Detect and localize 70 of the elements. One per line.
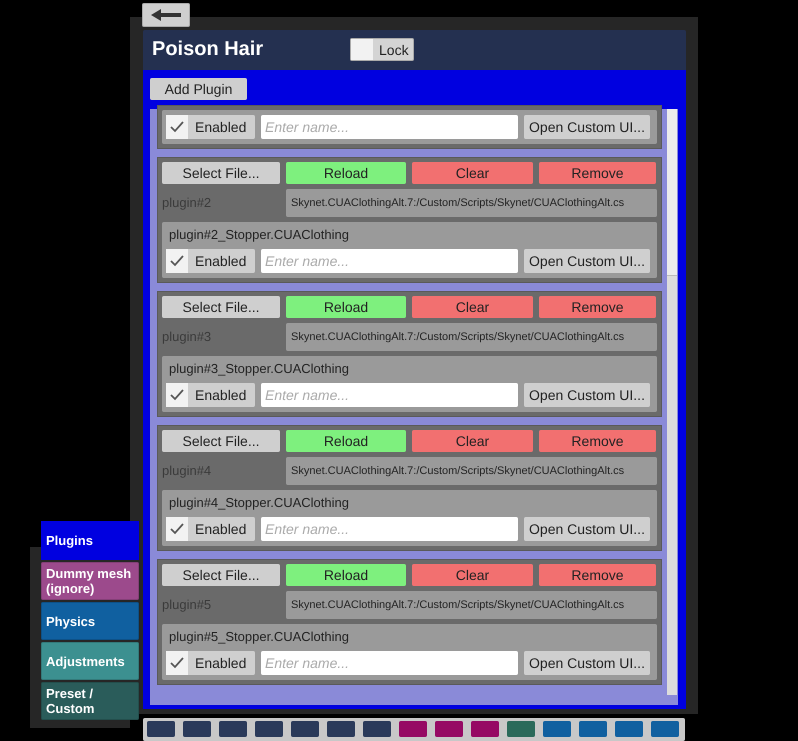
enabled-toggle[interactable]: Enabled (166, 248, 255, 273)
file-path-field: Skynet.CUAClothingAlt.7:/Custom/Scripts/Skynet/CUAClothingAlt.cs (286, 456, 657, 485)
lock-toggle[interactable]: Lock (350, 38, 414, 62)
window-title: Poison Hair (152, 38, 264, 62)
tab[interactable]: Physics (41, 602, 139, 640)
clear-button[interactable]: Clear (412, 296, 533, 318)
back-button[interactable] (142, 3, 190, 27)
tab[interactable]: Adjustments (41, 642, 139, 680)
checkmark-icon (170, 522, 184, 535)
name-input-field[interactable]: Enter name... (261, 114, 518, 139)
tab[interactable]: Preset / Custom (41, 682, 139, 720)
enabled-toggle[interactable]: Enabled (166, 516, 255, 541)
clear-button[interactable]: Clear (412, 430, 533, 452)
toolbar-button[interactable] (471, 721, 499, 738)
checkmark-icon (170, 120, 184, 133)
reload-button[interactable]: Reload (286, 564, 406, 586)
tab[interactable]: Plugins (41, 521, 139, 560)
name-input-field[interactable]: Enter name... (261, 382, 518, 407)
remove-button[interactable]: Remove (539, 430, 656, 452)
checkmark-icon (170, 254, 184, 267)
open-custom-ui-button[interactable]: Open Custom UI... (524, 248, 650, 273)
toolbar-button[interactable] (363, 721, 391, 738)
toolbar-button[interactable] (615, 721, 643, 738)
name-input-field[interactable]: Enter name... (261, 516, 518, 541)
add-plugin-button[interactable]: Add Plugin (150, 78, 247, 100)
remove-button[interactable]: Remove (539, 564, 656, 586)
toolbar-button[interactable] (507, 721, 535, 738)
reload-button[interactable]: Reload (286, 430, 406, 452)
select-file-button[interactable]: Select File... (162, 296, 280, 318)
clear-button[interactable]: Clear (412, 564, 533, 586)
open-custom-ui-button[interactable]: Open Custom UI... (524, 516, 650, 541)
checkmark-icon (170, 656, 184, 669)
toolbar-button[interactable] (327, 721, 355, 738)
plugin-instance-name: plugin#2_Stopper.CUAClothing (168, 226, 350, 243)
select-file-button[interactable]: Select File... (162, 564, 280, 586)
enabled-toggle[interactable]: Enabled (166, 650, 255, 675)
enabled-toggle[interactable]: Enabled (166, 114, 255, 139)
toolbar-button[interactable] (183, 721, 211, 738)
reload-button[interactable]: Reload (286, 162, 406, 184)
plugin-instance-name: plugin#4_Stopper.CUAClothing (168, 494, 350, 511)
toolbar-button[interactable] (399, 721, 427, 738)
select-file-button[interactable]: Select File... (162, 162, 280, 184)
toolbar-button[interactable] (651, 721, 679, 738)
toolbar-button[interactable] (255, 721, 283, 738)
name-input-field[interactable]: Enter name... (261, 248, 518, 273)
plugin-instance-name: plugin#3_Stopper.CUAClothing (168, 360, 350, 377)
toolbar-button[interactable] (579, 721, 607, 738)
toolbar-button[interactable] (291, 721, 319, 738)
remove-button[interactable]: Remove (539, 296, 656, 318)
left-arrow-icon (151, 9, 181, 21)
toolbar-button[interactable] (543, 721, 571, 738)
toolbar-button[interactable] (219, 721, 247, 738)
tab[interactable]: Dummy mesh (ignore) (41, 562, 139, 600)
name-input-field[interactable]: Enter name... (261, 650, 518, 675)
clear-button[interactable]: Clear (412, 162, 533, 184)
select-file-button[interactable]: Select File... (162, 430, 280, 452)
toolbar-button[interactable] (147, 721, 175, 738)
open-custom-ui-button[interactable]: Open Custom UI... (524, 382, 650, 407)
toolbar-button[interactable] (435, 721, 463, 738)
file-path-field: Skynet.CUAClothingAlt.7:/Custom/Scripts/Skynet/CUAClothingAlt.cs (286, 188, 657, 217)
scrollbar[interactable] (667, 108, 677, 696)
open-custom-ui-button[interactable]: Open Custom UI... (524, 650, 650, 675)
enabled-toggle[interactable]: Enabled (166, 382, 255, 407)
file-path-field: Skynet.CUAClothingAlt.7:/Custom/Scripts/Skynet/CUAClothingAlt.cs (286, 590, 657, 619)
remove-button[interactable]: Remove (539, 162, 656, 184)
checkmark-icon (170, 388, 184, 401)
reload-button[interactable]: Reload (286, 296, 406, 318)
file-path-field: Skynet.CUAClothingAlt.7:/Custom/Scripts/Skynet/CUAClothingAlt.cs (286, 322, 657, 351)
plugin-instance-name: plugin#5_Stopper.CUAClothing (168, 628, 350, 645)
open-custom-ui-button[interactable]: Open Custom UI... (524, 114, 650, 139)
